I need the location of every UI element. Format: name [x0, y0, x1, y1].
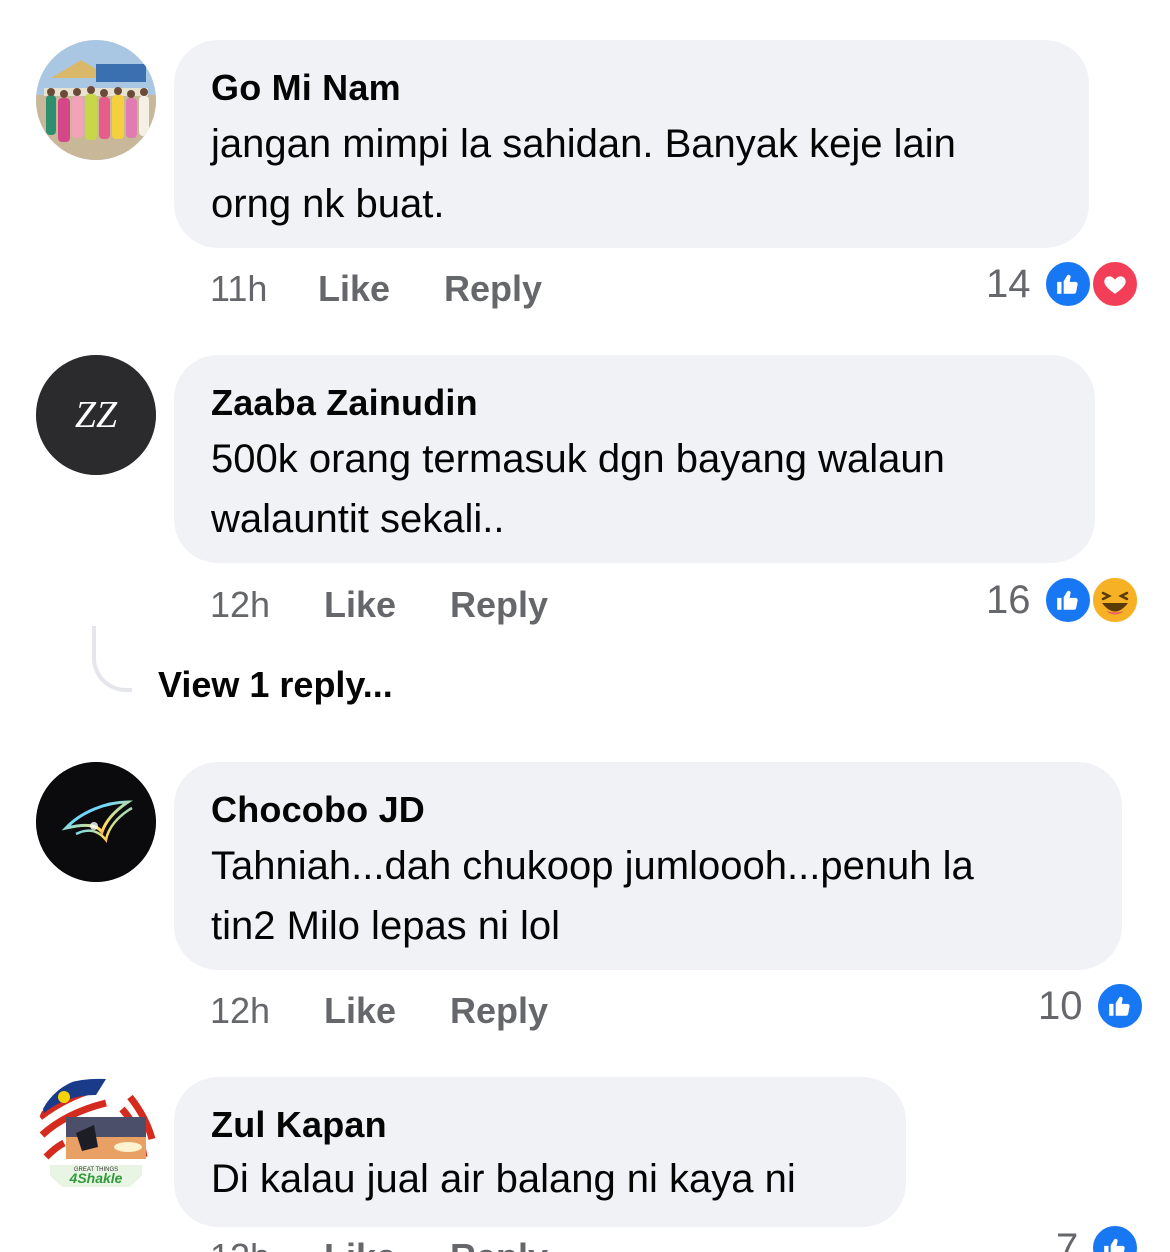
like-button[interactable]: Like [318, 268, 444, 310]
avatar[interactable] [36, 762, 156, 882]
love-reaction-icon [1089, 259, 1140, 309]
comment-bubble: Chocobo JD Tahniah...dah chukoop jumlooo… [174, 762, 1122, 970]
comment-timestamp[interactable]: 12h [210, 1236, 324, 1252]
reply-button[interactable]: Reply [450, 584, 548, 626]
comment-timestamp[interactable]: 11h [210, 268, 318, 310]
reaction-summary[interactable]: 16 [986, 574, 1140, 626]
reaction-count: 16 [986, 577, 1031, 622]
reaction-summary[interactable]: 14 [986, 258, 1140, 310]
avatar[interactable] [36, 40, 156, 160]
view-replies-link[interactable]: View 1 reply... [158, 664, 393, 706]
group-photo-avatar [36, 40, 156, 160]
comments-section: Go Mi Nam jangan mimpi la sahidan. Banya… [0, 0, 1170, 1252]
like-button[interactable]: Like [324, 1236, 450, 1252]
comment-text: 500k orang termasuk dgn bayang walaun wa… [211, 437, 945, 541]
monogram-avatar: ZZ [36, 355, 156, 475]
like-button[interactable]: Like [324, 584, 450, 626]
comment-actions: 12h Like Reply [210, 1232, 548, 1252]
comment-timestamp[interactable]: 12h [210, 584, 324, 626]
monogram-text: ZZ [75, 394, 118, 436]
comment-author[interactable]: Go Mi Nam [211, 66, 1053, 110]
reaction-summary[interactable]: 7 [1056, 1222, 1141, 1252]
comment-text: Tahniah...dah chukoop jumloooh...penuh l… [211, 844, 974, 948]
thread-connector [92, 626, 132, 692]
like-reaction-icon [1090, 1223, 1141, 1252]
comment-timestamp[interactable]: 12h [210, 990, 324, 1032]
reaction-count: 14 [986, 261, 1031, 306]
comment-bubble: Zul Kapan Di kalau jual air balang ni ka… [174, 1077, 906, 1227]
comment-bubble: Zaaba Zainudin 500k orang termasuk dgn b… [174, 355, 1095, 563]
flag-logo-avatar: GREAT THINGS 4Shakle [36, 1077, 156, 1197]
like-reaction-icon [1042, 259, 1093, 309]
comment-text: Di kalau jual air balang ni kaya ni [211, 1157, 796, 1201]
reply-button[interactable]: Reply [450, 990, 548, 1032]
reply-button[interactable]: Reply [450, 1236, 548, 1252]
comment-actions: 12h Like Reply [210, 986, 548, 1036]
like-reaction-icon [1042, 575, 1093, 625]
reaction-summary[interactable]: 10 [1038, 980, 1145, 1032]
comment-author[interactable]: Chocobo JD [211, 788, 1086, 832]
logo-text: 4Shakle [69, 1170, 123, 1186]
reaction-count: 10 [1038, 983, 1083, 1028]
comment-author[interactable]: Zaaba Zainudin [211, 381, 1059, 425]
reply-button[interactable]: Reply [444, 268, 542, 310]
gaming-logo-avatar [36, 762, 156, 882]
comment-actions: 11h Like Reply [210, 264, 542, 314]
comment-text: jangan mimpi la sahidan. Banyak keje lai… [211, 122, 956, 226]
reaction-count: 7 [1056, 1225, 1079, 1252]
comment-author[interactable]: Zul Kapan [211, 1103, 870, 1147]
haha-reaction-icon [1089, 575, 1140, 625]
comment-bubble: Go Mi Nam jangan mimpi la sahidan. Banya… [174, 40, 1089, 248]
like-reaction-icon [1094, 981, 1145, 1031]
avatar[interactable]: ZZ [36, 355, 156, 475]
avatar[interactable]: GREAT THINGS 4Shakle [36, 1077, 156, 1197]
comment-actions: 12h Like Reply [210, 580, 548, 630]
like-button[interactable]: Like [324, 990, 450, 1032]
